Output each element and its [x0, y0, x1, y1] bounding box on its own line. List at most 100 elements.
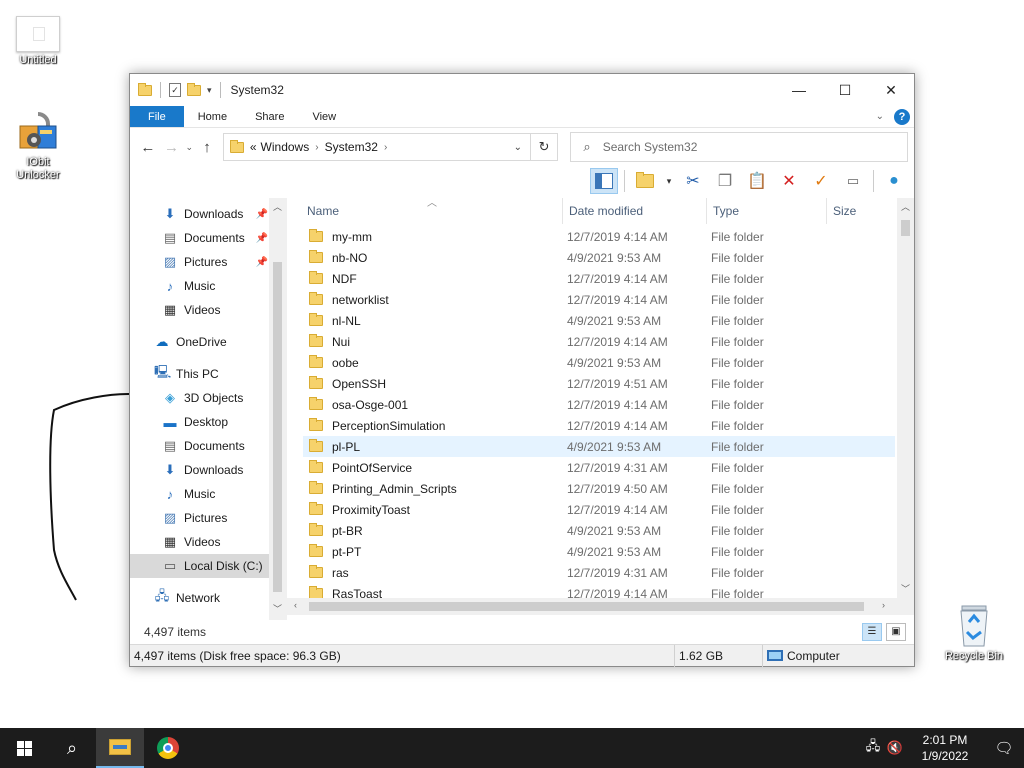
breadcrumb-windows[interactable]: Windows: [261, 140, 310, 154]
file-list-pane[interactable]: ︿ Name Date modified Type Size my-mm 12/7…: [287, 198, 914, 620]
new-folder-button[interactable]: [631, 168, 659, 194]
file-row[interactable]: ras 12/7/2019 4:31 AM File folder: [303, 562, 895, 583]
nav-item-this-pc[interactable]: 🖳 This PC: [130, 362, 270, 386]
recent-locations-chevron-icon[interactable]: ⌄: [183, 135, 195, 159]
tab-home[interactable]: Home: [184, 106, 241, 127]
file-explorer-window[interactable]: ✓ ▾ System32 — ☐ ✕ File Home Share View …: [129, 73, 915, 667]
column-header-type[interactable]: Type: [707, 198, 827, 224]
start-button[interactable]: [0, 728, 48, 768]
search-button[interactable]: ⌕: [48, 728, 96, 768]
refresh-button[interactable]: ↻: [530, 133, 559, 161]
delete-icon[interactable]: ✕: [775, 168, 803, 194]
expand-ribbon-chevron-icon[interactable]: ⌄: [876, 111, 884, 122]
file-row[interactable]: nb-NO 4/9/2021 9:53 AM File folder: [303, 247, 895, 268]
notifications-icon[interactable]: 🗨: [984, 739, 1024, 757]
file-row[interactable]: pt-BR 4/9/2021 9:53 AM File folder: [303, 520, 895, 541]
taskbar-file-explorer[interactable]: [96, 728, 144, 768]
nav-item-downloads-pinned[interactable]: ⬇ Downloads 📌: [130, 202, 270, 226]
properties-icon[interactable]: ✓: [169, 83, 181, 97]
scroll-down-arrow-icon[interactable]: ﹀: [897, 582, 914, 595]
chevron-right-icon[interactable]: ›: [384, 142, 387, 153]
taskbar-chrome[interactable]: [144, 728, 192, 768]
maximize-button[interactable]: ☐: [822, 74, 868, 106]
new-folder-icon[interactable]: [187, 82, 201, 96]
file-row[interactable]: Printing_Admin_Scripts 12/7/2019 4:50 AM F…: [303, 478, 895, 499]
column-header-size[interactable]: Size: [827, 198, 897, 224]
file-row[interactable]: osa-Osge-001 12/7/2019 4:14 AM File folder: [303, 394, 895, 415]
network-icon[interactable]: 🖧: [862, 737, 884, 759]
breadcrumb-system32[interactable]: System32: [325, 140, 378, 154]
nav-item-desktop[interactable]: ▬ Desktop: [130, 410, 270, 434]
desktop-icon-recycle-bin[interactable]: Recycle Bin: [936, 602, 1012, 663]
nav-item-documents[interactable]: ▤ Documents: [130, 434, 270, 458]
nav-item-pictures[interactable]: ▨ Pictures: [130, 506, 270, 530]
details-view-button[interactable]: ☰: [862, 623, 882, 641]
globe-icon[interactable]: ●: [880, 168, 908, 194]
copy-icon[interactable]: ❐: [711, 168, 739, 194]
nav-item-videos-quick[interactable]: ▦ Videos: [130, 298, 270, 322]
file-row[interactable]: NDF 12/7/2019 4:14 AM File folder: [303, 268, 895, 289]
navigation-pane[interactable]: ⬇ Downloads 📌 ▤ Documents 📌 ▨ Pictures 📌 ♪ Musi…: [130, 198, 287, 620]
dropdown-chevron-icon[interactable]: ▾: [663, 168, 675, 194]
file-row[interactable]: Nui 12/7/2019 4:14 AM File folder: [303, 331, 895, 352]
tab-share[interactable]: Share: [241, 106, 298, 127]
minimize-button[interactable]: —: [776, 74, 822, 106]
nav-item-downloads[interactable]: ⬇ Downloads: [130, 458, 270, 482]
rename-icon[interactable]: ▭: [839, 168, 867, 194]
address-history-dropdown-icon[interactable]: ⌄: [506, 142, 530, 153]
file-row[interactable]: my-mm 12/7/2019 4:14 AM File folder: [303, 226, 895, 247]
title-bar[interactable]: ✓ ▾ System32 — ☐ ✕: [130, 74, 914, 106]
nav-item-onedrive[interactable]: ☁ OneDrive: [130, 330, 270, 354]
file-row[interactable]: PointOfService 12/7/2019 4:31 AM File fold…: [303, 457, 895, 478]
file-row[interactable]: PerceptionSimulation 12/7/2019 4:14 AM Fil…: [303, 415, 895, 436]
scroll-up-arrow-icon[interactable]: ︿: [897, 200, 914, 213]
nav-item-music-quick[interactable]: ♪ Music: [130, 274, 270, 298]
scroll-down-arrow-icon[interactable]: ﹀: [269, 602, 286, 615]
nav-item-local-disk-c[interactable]: ▭ Local Disk (C:): [130, 554, 270, 578]
file-row[interactable]: pt-PT 4/9/2021 9:53 AM File folder: [303, 541, 895, 562]
chevron-right-icon[interactable]: ›: [315, 142, 318, 153]
customize-quick-access-icon[interactable]: ▾: [207, 85, 212, 96]
tab-file[interactable]: File: [130, 106, 184, 127]
navigation-pane-button[interactable]: [590, 168, 618, 194]
column-header-date-modified[interactable]: Date modified: [563, 198, 707, 224]
volume-muted-icon[interactable]: 🔇: [884, 740, 906, 756]
file-row-hovered[interactable]: pl-PL 4/9/2021 9:53 AM File folder: [303, 436, 895, 457]
up-button[interactable]: ↑: [195, 135, 219, 159]
desktop-icon-iobit-unlocker[interactable]: IObit Unlocker: [0, 108, 76, 182]
back-button[interactable]: ←: [136, 135, 160, 159]
tab-view[interactable]: View: [298, 106, 350, 127]
scrollbar-thumb[interactable]: [901, 220, 910, 236]
scrollbar-thumb[interactable]: [273, 262, 282, 592]
file-row[interactable]: ProximityToast 12/7/2019 4:14 AM File fold…: [303, 499, 895, 520]
nav-item-documents-pinned[interactable]: ▤ Documents 📌: [130, 226, 270, 250]
scroll-right-arrow-icon[interactable]: ›: [875, 600, 892, 610]
file-row[interactable]: OpenSSH 12/7/2019 4:51 AM File folder: [303, 373, 895, 394]
nav-item-pictures-pinned[interactable]: ▨ Pictures 📌: [130, 250, 270, 274]
file-list-vertical-scrollbar[interactable]: ︿ ﹀: [897, 198, 914, 598]
scroll-left-arrow-icon[interactable]: ‹: [287, 600, 304, 610]
file-row[interactable]: oobe 4/9/2021 9:53 AM File folder: [303, 352, 895, 373]
nav-item-music[interactable]: ♪ Music: [130, 482, 270, 506]
cut-icon[interactable]: ✂: [679, 168, 707, 194]
nav-item-3d-objects[interactable]: ◈ 3D Objects: [130, 386, 270, 410]
scroll-up-arrow-icon[interactable]: ︿: [269, 200, 286, 213]
check-icon[interactable]: ✓: [807, 168, 835, 194]
forward-button[interactable]: →: [160, 135, 184, 159]
help-icon[interactable]: ?: [894, 108, 910, 125]
clock[interactable]: 2:01 PM 1/9/2022: [906, 732, 984, 764]
address-bar[interactable]: « Windows › System32 › ⌄: [222, 133, 531, 161]
column-header-name[interactable]: Name: [287, 198, 563, 224]
navigation-pane-scrollbar[interactable]: ︿ ﹀: [269, 198, 286, 620]
nav-item-videos[interactable]: ▦ Videos: [130, 530, 270, 554]
file-list-horizontal-scrollbar[interactable]: ‹ ›: [287, 598, 914, 615]
paste-icon[interactable]: 📋: [743, 168, 771, 194]
search-input[interactable]: ⌕ Search System32: [570, 132, 908, 162]
breadcrumb-overflow[interactable]: «: [250, 140, 257, 154]
nav-item-network[interactable]: 🖧 Network: [130, 586, 270, 610]
large-icons-view-button[interactable]: ▣: [886, 623, 906, 641]
file-row[interactable]: nl-NL 4/9/2021 9:53 AM File folder: [303, 310, 895, 331]
file-row[interactable]: networklist 12/7/2019 4:14 AM File folder: [303, 289, 895, 310]
close-button[interactable]: ✕: [868, 74, 914, 106]
desktop-icon-untitled[interactable]: Untitled: [0, 16, 76, 67]
